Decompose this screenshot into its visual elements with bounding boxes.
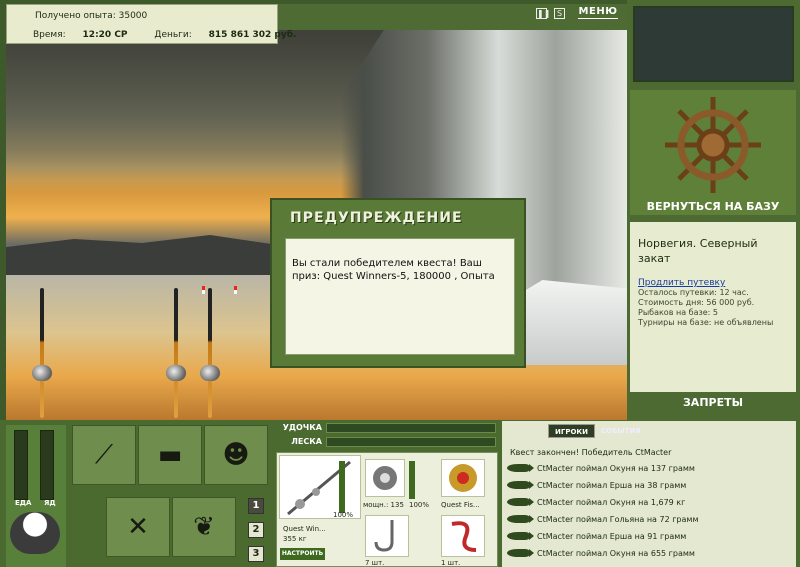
line-label: ЛЕСКА (291, 437, 322, 446)
fork-knife-icon: ✕ (127, 512, 149, 542)
hook-slot[interactable] (365, 515, 409, 557)
reel-1 (32, 365, 52, 381)
line-slot[interactable] (441, 459, 485, 497)
rod-weight: 355 кг (283, 535, 307, 543)
reel-power: мощн.: 135 (363, 501, 404, 509)
ship-wheel-icon (665, 97, 761, 193)
events-tabs: ИГРОКИ СОБЫТИЯ (548, 424, 647, 438)
time-value: 12:20 СР (82, 30, 128, 40)
reel-slot[interactable] (365, 459, 405, 497)
top-bar (278, 4, 627, 30)
location-title: Норвегия. Северный закат (638, 237, 758, 265)
tackle-box-icon: ▬ (157, 440, 183, 470)
sound-icon[interactable]: S (554, 8, 565, 19)
setup-button[interactable]: НАСТРОИТЬ (280, 548, 325, 560)
fisherman-tile[interactable]: ☻ (204, 425, 268, 485)
hook-icon (374, 520, 394, 552)
dialog-title: ПРЕДУПРЕЖДЕНИЕ (290, 210, 463, 226)
rod-slot[interactable] (279, 455, 361, 519)
tab-players[interactable]: ИГРОКИ (548, 424, 595, 438)
event-row: CtMacter поймал Ерша на 91 грамм (507, 528, 793, 544)
cauldron-icon[interactable] (10, 512, 60, 554)
preview-screen (633, 6, 794, 82)
rod-durability (339, 461, 345, 513)
dialog-message: Вы стали победителем квеста! Ваш приз: Q… (285, 238, 515, 355)
food-tile[interactable]: ✕ (106, 497, 170, 557)
ship-wheel-area[interactable] (630, 90, 796, 215)
event-row: CtMacter поймал Ерша на 38 грамм (507, 477, 793, 493)
poison-label: ЯД (44, 499, 56, 507)
food-gauge (14, 430, 28, 500)
page-button-3[interactable]: 3 (248, 546, 264, 562)
line-bar (326, 437, 496, 447)
tab-events[interactable]: СОБЫТИЯ (595, 424, 647, 438)
rod-image-icon (287, 460, 351, 516)
rods-tile[interactable]: ⟋ (72, 425, 136, 485)
event-row: CtMacter поймал Окуня на 137 грамм (507, 460, 793, 476)
quest-message: Квест закончен! Победитель CtMacter (510, 448, 672, 457)
fish-icon (507, 515, 534, 523)
rod-icon: ⟋ (94, 439, 114, 470)
bans-button[interactable]: ЗАПРЕТЫ (630, 396, 796, 409)
money-value: 815 861 302 руб. (208, 30, 297, 40)
location-panel: Норвегия. Северный закат Продлить путевк… (630, 222, 796, 392)
rod-bar (326, 423, 496, 433)
extend-trip-link[interactable]: Продлить путевку (638, 278, 788, 288)
exp-value: 35000 (118, 11, 148, 21)
time-label: Время: (33, 30, 66, 40)
hook-count: 7 шт. (365, 559, 385, 567)
money-label: Деньги: (154, 30, 192, 40)
food-label: ЕДА (15, 499, 32, 507)
fishing-rod-1[interactable] (40, 288, 44, 418)
fish-icon (507, 549, 534, 557)
fishing-rod-2[interactable] (174, 288, 178, 418)
fish-icon: ❦ (193, 512, 215, 542)
tackle-box-tile[interactable]: ▬ (138, 425, 202, 485)
rod-percent: 100% (333, 511, 354, 519)
player-info: Получено опыта: 35000 Время: 12:20 СР Де… (6, 4, 296, 44)
line-name: Quest Fis... (441, 501, 480, 509)
worm-icon (451, 521, 477, 552)
menu-button[interactable]: МЕНЮ (578, 6, 618, 19)
trip-left: Осталось путевки: 12 час. (638, 288, 749, 297)
fish-icon (507, 464, 534, 472)
bait-slot[interactable] (441, 515, 485, 557)
bait-count: 1 шт. (441, 559, 461, 567)
fishing-rod-3[interactable] (208, 288, 212, 418)
page-button-2[interactable]: 2 (248, 522, 264, 538)
tournaments-info: Турниры на базе: не объявлены (638, 318, 774, 327)
return-to-base-button[interactable]: ВЕРНУТЬСЯ НА БАЗУ (630, 200, 796, 213)
exp-label: Получено опыта: (35, 11, 116, 21)
fishers-count: Рыбаков на базе: 5 (638, 308, 718, 317)
rod-label: УДОЧКА (282, 423, 322, 432)
line-spool-icon (449, 464, 477, 492)
pause-icon[interactable]: ❚❚ (536, 8, 550, 19)
page-button-1[interactable]: 1 (248, 498, 264, 514)
reel-2 (166, 365, 186, 381)
rod-name: Quest Win... (283, 525, 326, 533)
reel-percent: 100% (409, 501, 430, 509)
poison-gauge (40, 430, 54, 500)
day-cost: Стоимость дня: 56 000 руб. (638, 298, 755, 307)
fisherman-icon: ☻ (222, 440, 250, 470)
tackle-header: УДОЧКА ЛЕСКА (278, 421, 498, 451)
reel-icon (373, 466, 397, 490)
event-row: CtMacter поймал Окуня на 1,679 кг (507, 494, 793, 510)
fish-tile[interactable]: ❦ (172, 497, 236, 557)
event-row: CtMacter поймал Гольяна на 72 грамм (507, 511, 793, 527)
reel-durability (409, 461, 415, 499)
event-row: CtMacter поймал Окуня на 655 грамм (507, 545, 793, 561)
warning-dialog[interactable]: ПРЕДУПРЕЖДЕНИЕ Вы стали победителем квес… (270, 198, 526, 368)
fish-icon (507, 481, 534, 489)
float-2 (234, 286, 237, 294)
float-1 (202, 286, 205, 294)
fish-icon (507, 498, 534, 506)
fish-icon (507, 532, 534, 540)
reel-3 (200, 365, 220, 381)
